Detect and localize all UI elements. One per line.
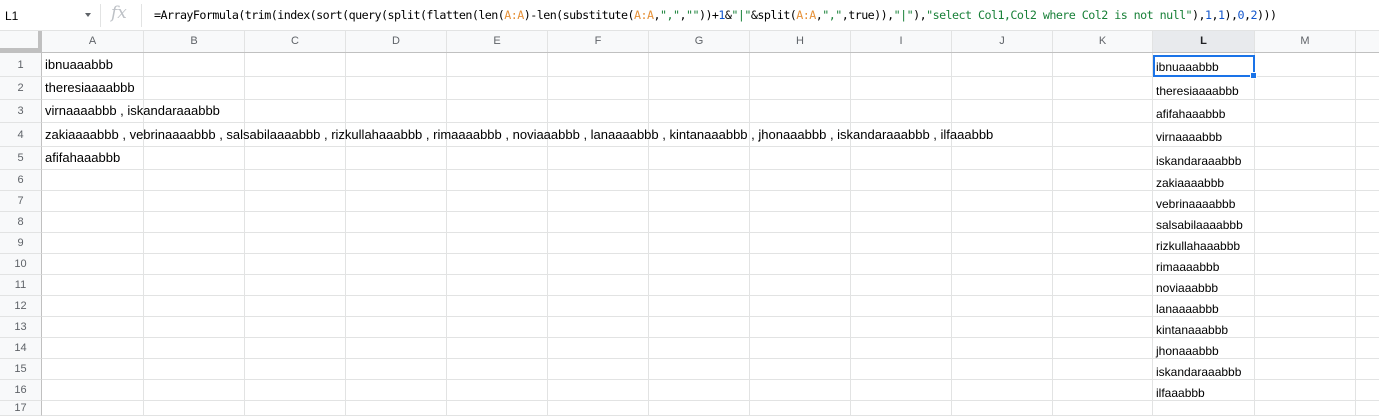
- column-gridline: [244, 53, 245, 416]
- chevron-down-icon[interactable]: [85, 13, 91, 17]
- row-header-5[interactable]: 5: [0, 147, 42, 170]
- row-header-3[interactable]: 3: [0, 100, 42, 123]
- fill-handle[interactable]: [1250, 72, 1257, 79]
- formula-token: =ArrayFormula(trim(index(sort(query(spli…: [154, 8, 505, 22]
- row-header-15[interactable]: 15: [0, 359, 42, 380]
- column-header-b[interactable]: B: [144, 31, 245, 52]
- column-header-g[interactable]: G: [649, 31, 750, 52]
- formula-token: ),: [1224, 8, 1239, 22]
- formula-token: A:A: [504, 8, 524, 22]
- formula-token: A:A: [796, 8, 816, 22]
- formula-token: ))): [1257, 8, 1277, 22]
- row-header-4[interactable]: 4: [0, 123, 42, 147]
- row-header-9[interactable]: 9: [0, 233, 42, 254]
- cell-l9[interactable]: rizkullahaaabbb: [1153, 233, 1254, 253]
- sheet-grid[interactable]: 1 2 3 4 5 6 7 8 9 10 11 12 13 14 15 16 17 ibnuaaabbb there…: [0, 53, 1379, 416]
- row-header-10[interactable]: 10: [0, 254, 42, 275]
- row-header-13[interactable]: 13: [0, 317, 42, 338]
- column-header-d[interactable]: D: [346, 31, 447, 52]
- formula-token: ),: [913, 8, 927, 22]
- column-gridline: [850, 53, 851, 416]
- row-header-17[interactable]: 17: [0, 401, 42, 416]
- cell-l15[interactable]: iskandaraaabbb: [1153, 359, 1254, 379]
- cell-l13[interactable]: kintanaaabbb: [1153, 317, 1254, 337]
- formula-token: A:A: [634, 8, 654, 22]
- column-header-l[interactable]: L: [1153, 31, 1255, 52]
- column-header-e[interactable]: E: [447, 31, 548, 52]
- cell-a3[interactable]: virnaaaabbb , iskandaraaabbb: [42, 100, 220, 122]
- cell-l11[interactable]: noviaaabbb: [1153, 275, 1254, 295]
- formula-token: &split(: [750, 8, 797, 22]
- cell-l16[interactable]: ilfaaabbb: [1153, 380, 1254, 400]
- formula-token: ),: [1192, 8, 1206, 22]
- row-header-6[interactable]: 6: [0, 170, 42, 191]
- formula-input[interactable]: =ArrayFormula(trim(index(sort(query(spli…: [154, 8, 1277, 22]
- cell-l4[interactable]: virnaaaabbb: [1153, 123, 1254, 146]
- formula-token: "select Col1,Col2 where Col2 is not null…: [926, 8, 1193, 22]
- column-gridline: [1355, 53, 1356, 416]
- cell-l8[interactable]: salsabilaaaabbb: [1153, 212, 1254, 232]
- formula-token: )-len(substitute(: [523, 8, 635, 22]
- cell-l10[interactable]: rimaaaabbb: [1153, 254, 1254, 274]
- row-header-2[interactable]: 2: [0, 77, 42, 100]
- formula-token: ",": [660, 8, 680, 22]
- row-header-1[interactable]: 1: [0, 53, 42, 77]
- column-gridline: [951, 53, 952, 416]
- formula-token: "|": [731, 8, 751, 22]
- row-header-8[interactable]: 8: [0, 212, 42, 233]
- formula-token: "|": [893, 8, 914, 22]
- row-header-7[interactable]: 7: [0, 191, 42, 212]
- fx-icon: fx: [111, 3, 127, 23]
- column-gridline: [1052, 53, 1053, 416]
- row-header-11[interactable]: 11: [0, 275, 42, 296]
- cell-l12[interactable]: lanaaaabbb: [1153, 296, 1254, 316]
- column-headers: ABCDEFGHIJKLM: [0, 31, 1379, 53]
- name-box-value: L1: [5, 9, 19, 23]
- column-header-i[interactable]: I: [851, 31, 952, 52]
- formula-token: ))+: [698, 8, 719, 22]
- formula-bar: L1 fx =ArrayFormula(trim(index(sort(quer…: [0, 0, 1379, 31]
- active-cell-selection: [1153, 55, 1255, 77]
- column-header-h[interactable]: H: [750, 31, 851, 52]
- column-gridline: [648, 53, 649, 416]
- column-header-f[interactable]: F: [548, 31, 649, 52]
- column-gridline: [547, 53, 548, 416]
- row-gridline: [42, 400, 1379, 401]
- row-header-12[interactable]: 12: [0, 296, 42, 317]
- row-header-14[interactable]: 14: [0, 338, 42, 359]
- cell-a2[interactable]: theresiaaaabbb: [42, 77, 135, 99]
- column-gridline: [1254, 53, 1255, 416]
- formula-token: ,true)),: [841, 8, 894, 22]
- column-header-c[interactable]: C: [245, 31, 346, 52]
- column-gridline: [749, 53, 750, 416]
- cell-a5[interactable]: afifahaaabbb: [42, 147, 120, 169]
- row-header-16[interactable]: 16: [0, 380, 42, 401]
- cell-l2[interactable]: theresiaaaabbb: [1153, 77, 1254, 99]
- column-gridline: [345, 53, 346, 416]
- column-header-j[interactable]: J: [952, 31, 1053, 52]
- cell-l6[interactable]: zakiaaaabbb: [1153, 170, 1254, 190]
- cell-l3[interactable]: afifahaaabbb: [1153, 100, 1254, 122]
- cell-l14[interactable]: jhonaaabbb: [1153, 338, 1254, 358]
- column-header-a[interactable]: A: [42, 31, 144, 52]
- formula-bar-divider: [141, 4, 142, 27]
- select-all-corner[interactable]: [0, 31, 42, 52]
- cell-a1[interactable]: ibnuaaabbb: [42, 53, 113, 76]
- cell-l7[interactable]: vebrinaaaabbb: [1153, 191, 1254, 211]
- column-header-m[interactable]: M: [1255, 31, 1356, 52]
- formula-token: ",": [822, 8, 842, 22]
- cell-a4[interactable]: zakiaaaabbb , vebrinaaaabbb , salsabilaa…: [42, 123, 993, 146]
- column-gridline: [446, 53, 447, 416]
- cell-l5[interactable]: iskandaraaabbb: [1153, 147, 1254, 169]
- formula-token: "": [685, 8, 700, 22]
- column-header-k[interactable]: K: [1053, 31, 1153, 52]
